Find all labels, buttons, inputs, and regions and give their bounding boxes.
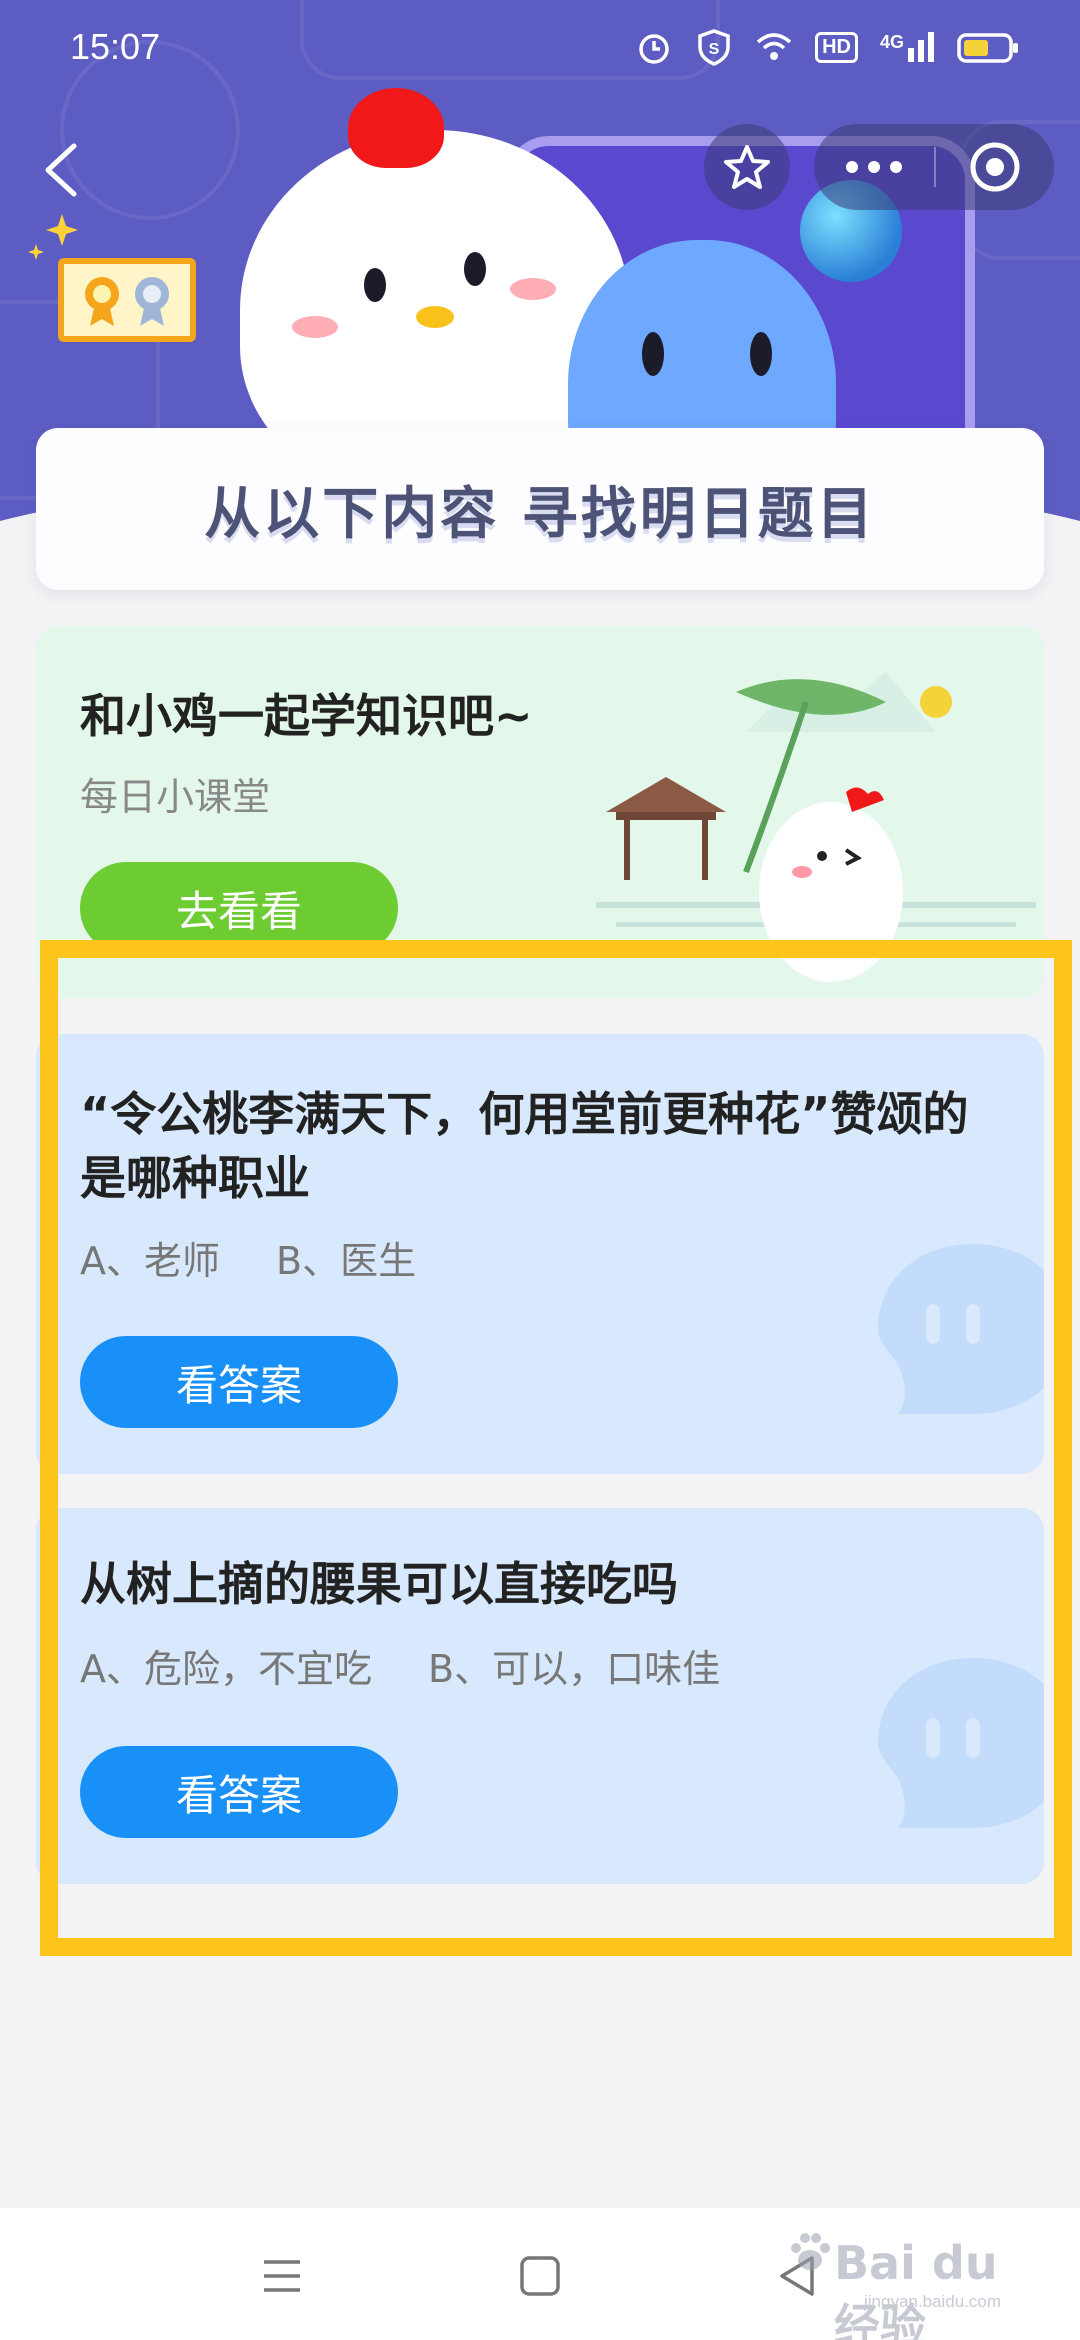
wifi-icon (756, 33, 792, 60)
paw-logo-icon (791, 2233, 830, 2270)
shield-icon: S (698, 29, 730, 66)
status-icons: S HD 4G (635, 28, 1020, 66)
signal-4g-icon: 4G (880, 32, 934, 62)
title-banner: 从以下内容 寻找明日题目 (36, 428, 1044, 590)
sparkle-icon (28, 214, 78, 260)
chick-comb (348, 88, 444, 168)
lesson-subtitle: 每日小课堂 (80, 775, 271, 819)
capsule-pill (814, 124, 1054, 210)
svg-text:S: S (709, 41, 720, 58)
chick-eye (464, 252, 486, 286)
more-dots-icon (846, 161, 902, 173)
target-close-icon (970, 142, 1020, 192)
alarm-icon (639, 34, 669, 64)
back-button[interactable] (30, 130, 90, 210)
highlight-annotation-frame (40, 940, 1072, 1956)
baidu-watermark: Bai du 经验 jingyan.baidu.com (786, 2222, 1056, 2340)
close-miniapp-button[interactable] (936, 124, 1054, 210)
favorite-button[interactable] (704, 124, 790, 210)
network-type-label: 4G (879, 32, 904, 52)
status-time: 15:07 (70, 26, 161, 67)
chick-blush (292, 316, 338, 338)
medal-board-icon[interactable] (58, 258, 196, 342)
medal-icon (85, 277, 169, 326)
status-bar: 15:07 S HD 4G (0, 0, 1080, 96)
miniapp-capsule (704, 120, 1054, 212)
more-button[interactable] (814, 124, 934, 210)
menu-icon[interactable] (254, 2248, 310, 2304)
chick-eye (364, 268, 386, 302)
alien-eye (750, 332, 772, 376)
battery-icon (957, 33, 1018, 63)
banner-title: 从以下内容 寻找明日题目 (204, 481, 876, 547)
watermark-url: jingyan.baidu.com (864, 2292, 1002, 2311)
chick-beak (416, 306, 454, 328)
lesson-title: 和小鸡一起学知识吧~ (80, 689, 533, 743)
chick-blush (510, 278, 556, 300)
alien-eye (642, 332, 664, 376)
hd-icon: HD (815, 31, 858, 63)
star-icon (724, 145, 770, 189)
watermark-brand: Bai du 经验 (834, 2236, 998, 2340)
home-square-icon[interactable] (512, 2248, 568, 2304)
chevron-left-icon (45, 143, 77, 197)
